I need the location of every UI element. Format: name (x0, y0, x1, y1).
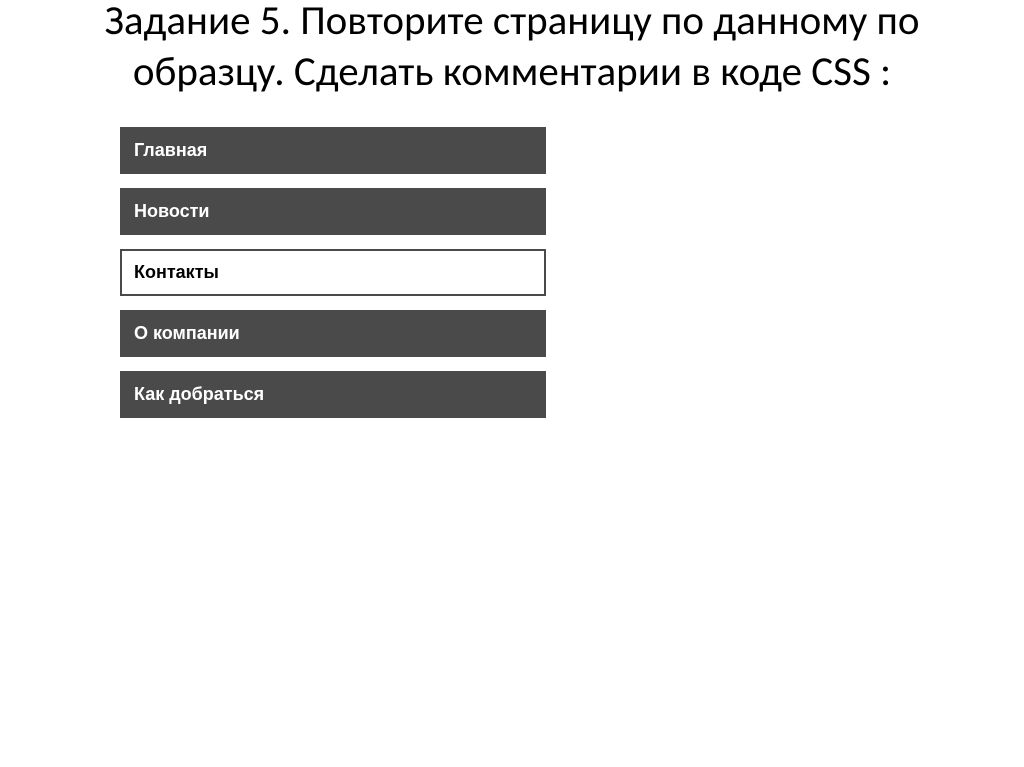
nav-menu: Главная Новости Контакты О компании Как … (120, 127, 546, 418)
menu-item-directions[interactable]: Как добраться (120, 371, 546, 418)
menu-item-contacts[interactable]: Контакты (120, 249, 546, 296)
menu-item-news[interactable]: Новости (120, 188, 546, 235)
menu-item-about[interactable]: О компании (120, 310, 546, 357)
menu-item-home[interactable]: Главная (120, 127, 546, 174)
task-heading: Задание 5. Повторите страницу по данному… (0, 0, 1024, 99)
